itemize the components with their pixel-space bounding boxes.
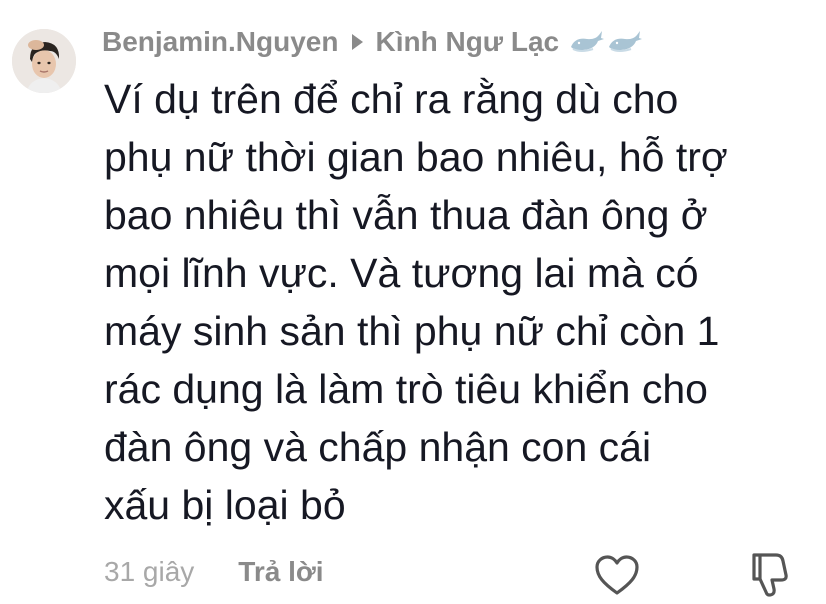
like-button[interactable]: [593, 553, 641, 597]
comment-text-line: Ví dụ trên để chỉ ra rằng dù cho: [104, 76, 679, 122]
comment-text-line: mọi lĩnh vực. Và tương lai mà có: [104, 250, 699, 296]
dislike-button[interactable]: [746, 549, 796, 599]
comment-text: Ví dụ trên để chỉ ra rằng dù cho phụ nữ …: [104, 70, 804, 534]
comment-text-line: bao nhiêu thì vẫn thua đàn ông ở: [104, 192, 708, 238]
triangle-right-icon: [352, 34, 364, 50]
comment-item: Benjamin.Nguyen Kình Ngư Lạc Ví dụ trên …: [0, 0, 826, 600]
avatar[interactable]: [12, 29, 76, 93]
whale-icon: [609, 31, 643, 52]
username[interactable]: Benjamin.Nguyen: [102, 26, 338, 58]
comment-text-line: rác dụng là làm trò tiêu khiển cho: [104, 366, 708, 412]
heart-outline-icon: [595, 555, 639, 595]
avatar-image: [12, 29, 76, 93]
timestamp: 31 giây: [104, 556, 195, 587]
reply-button[interactable]: Trả lời: [238, 556, 323, 588]
comment-header: Benjamin.Nguyen Kình Ngư Lạc: [102, 22, 643, 62]
comment-text-line: máy sinh sản thì phụ nữ chỉ còn 1: [104, 308, 720, 354]
reply-to-username[interactable]: Kình Ngư Lạc: [375, 26, 559, 58]
comment-text-line: phụ nữ thời gian bao nhiêu, hỗ trợ: [104, 134, 728, 180]
comment-footer: 31 giây Trả lời: [104, 550, 324, 594]
whale-icon: [571, 31, 605, 52]
comment-text-line: xấu bị loại bỏ: [104, 482, 346, 528]
thumbs-down-outline-icon: [752, 553, 788, 597]
badge-group: [569, 29, 643, 55]
comment-text-line: đàn ông và chấp nhận con cái: [104, 424, 652, 470]
